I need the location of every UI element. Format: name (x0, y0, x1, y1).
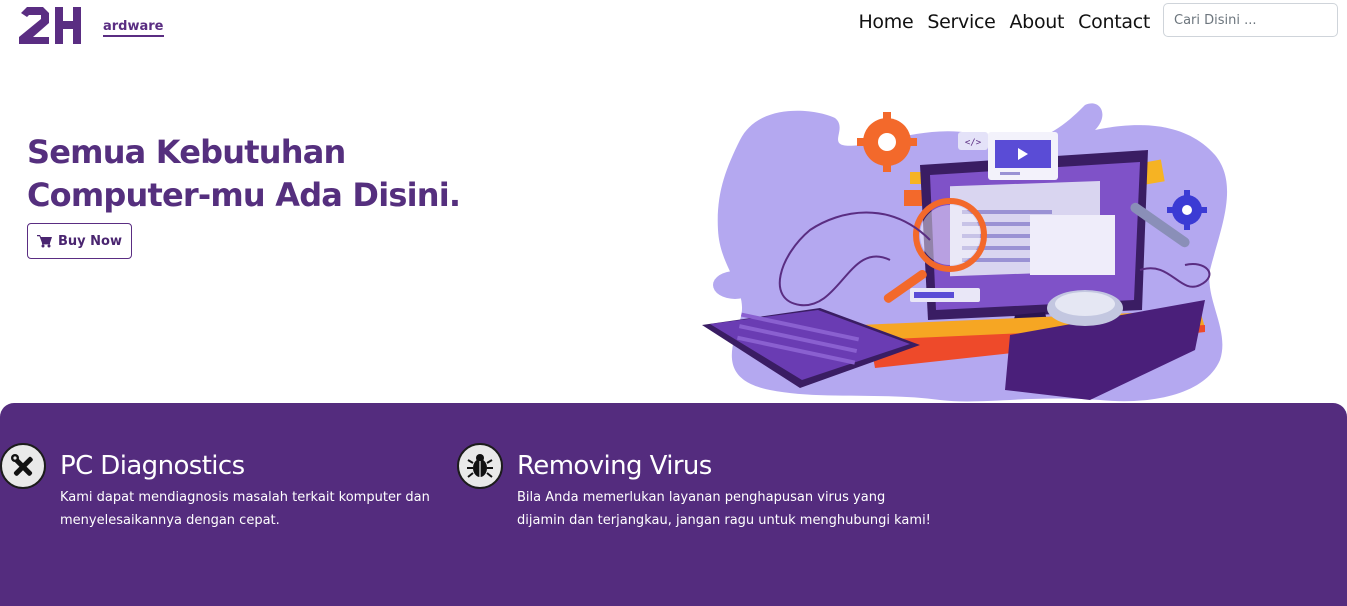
service-description-line-1: Kami dapat mendiagnosis masalah terkait … (60, 490, 430, 505)
service-description-line-2: dijamin dan terjangkau, jangan ragu untu… (517, 513, 931, 528)
service-description: Bila Anda memerlukan layanan penghapusan… (517, 486, 957, 532)
service-description: Kami dapat mendiagnosis masalah terkait … (60, 486, 440, 532)
nav-contact[interactable]: Contact (1071, 9, 1157, 35)
search-input[interactable] (1163, 3, 1338, 37)
hero-title: Semua Kebutuhan Computer-mu Ada Disini. (27, 131, 547, 217)
nav-about[interactable]: About (1002, 9, 1071, 35)
main-nav: Home Service About Contact (851, 9, 1157, 35)
nav-service[interactable]: Service (920, 9, 1002, 35)
nav-home[interactable]: Home (851, 9, 920, 35)
brand-wordmark: ardware (103, 20, 164, 37)
shopping-cart-icon (37, 235, 52, 248)
svg-text:</>: </> (965, 138, 982, 148)
buy-now-button[interactable]: Buy Now (27, 223, 132, 259)
hero-title-line-1: Semua Kebutuhan (27, 133, 346, 171)
computer-repair-illustration: </> (702, 103, 1228, 402)
hero-title-line-2: Computer-mu Ada Disini. (27, 176, 461, 214)
service-title: Removing Virus (517, 451, 712, 481)
service-title: PC Diagnostics (60, 451, 245, 481)
bug-icon (457, 443, 503, 489)
services-section: PC Diagnostics Kami dapat mendiagnosis m… (0, 403, 1347, 606)
brand-logo[interactable]: ardware (17, 3, 164, 47)
buy-now-label: Buy Now (58, 233, 122, 249)
tools-icon (0, 443, 46, 489)
service-description-line-1: Bila Anda memerlukan layanan penghapusan… (517, 490, 886, 505)
navbar: ardware Home Service About Contact (0, 0, 1347, 48)
service-description-line-2: menyelesaikannya dengan cepat. (60, 513, 280, 528)
